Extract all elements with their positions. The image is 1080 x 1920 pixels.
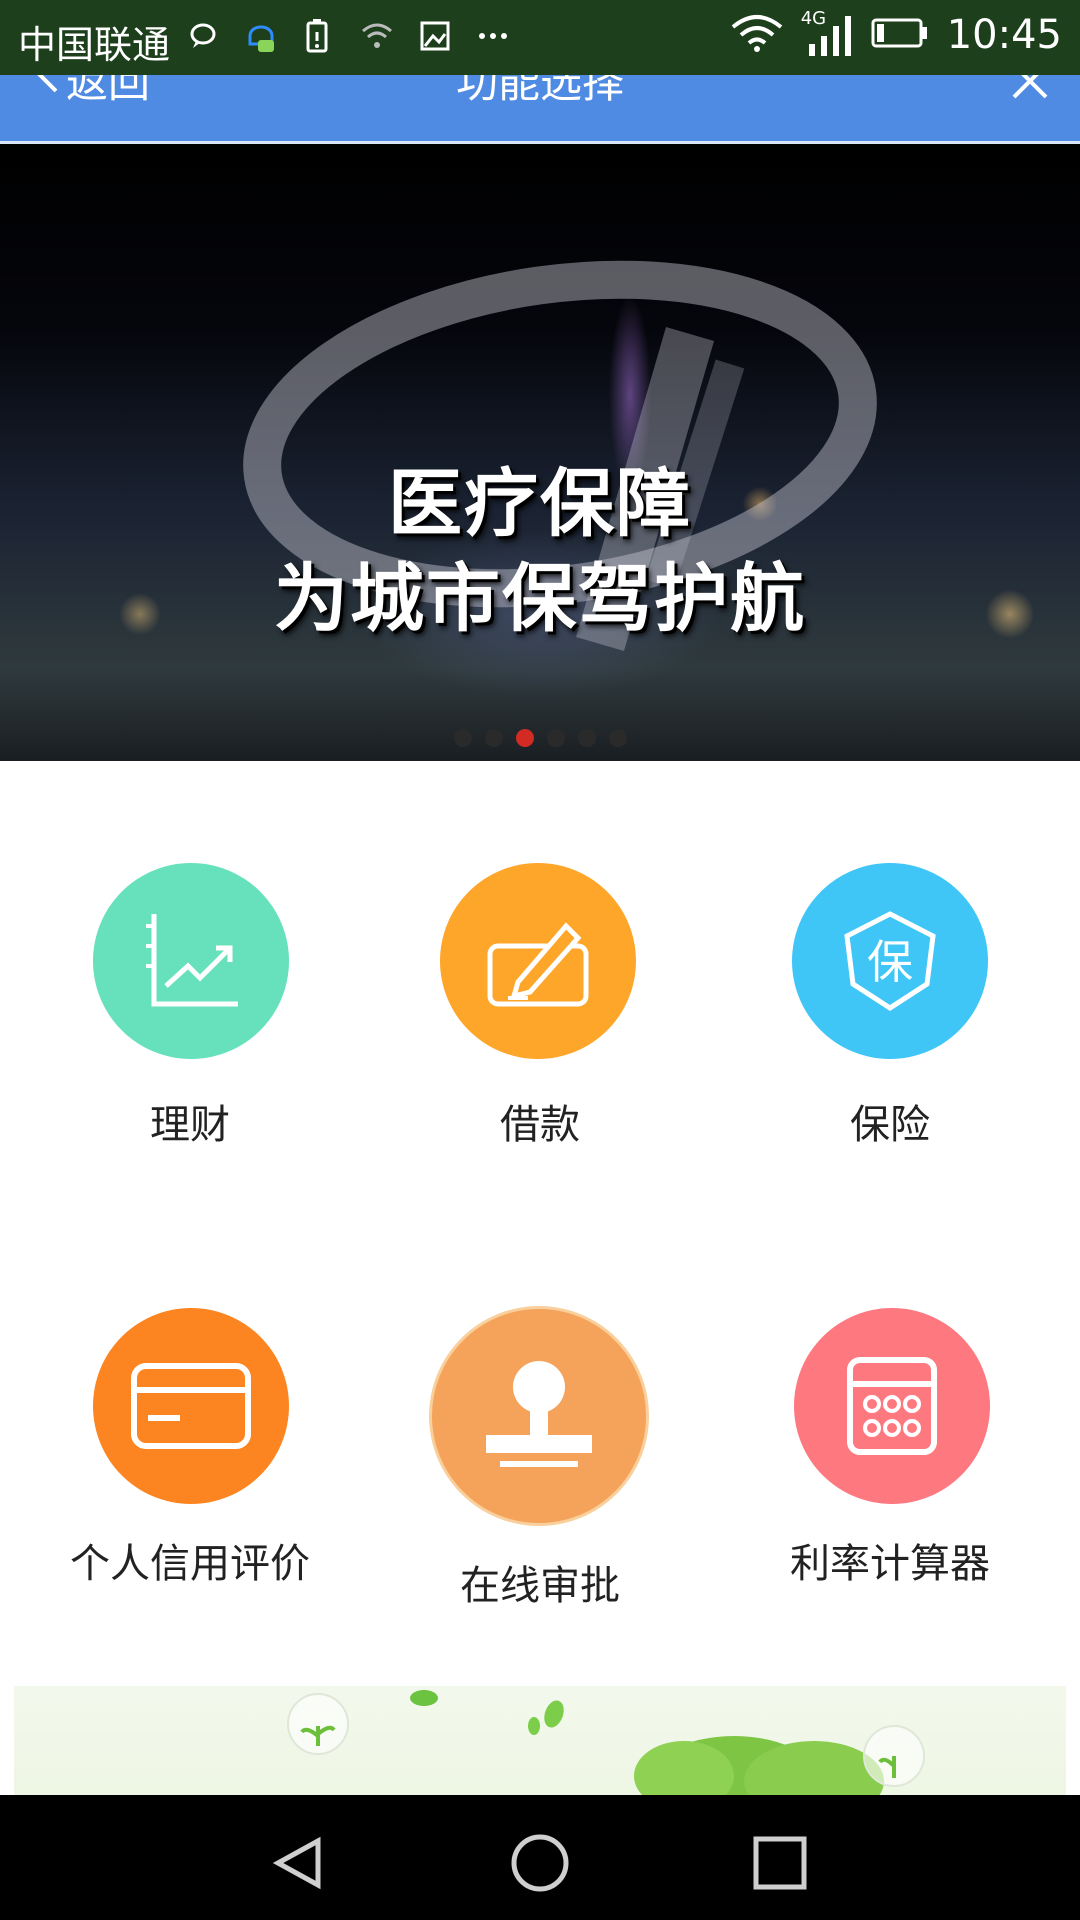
clock: 10:45	[946, 12, 1062, 58]
banner-subheadline: 为城市保驾护航	[274, 556, 806, 642]
qq-icon	[243, 18, 279, 54]
battery-warning-icon	[301, 18, 337, 54]
function-calculator[interactable]: 利率计算器	[710, 1305, 1070, 1615]
function-label: 保险	[850, 1102, 930, 1148]
carousel-dot[interactable]	[609, 729, 627, 747]
banner-carousel[interactable]: 医疗保障 为城市保驾护航	[0, 144, 1080, 761]
function-label: 借款	[500, 1102, 580, 1148]
function-approval[interactable]: 在线审批	[360, 1305, 720, 1615]
svg-text:保: 保	[867, 935, 913, 989]
close-button[interactable]	[1010, 75, 1050, 105]
status-right: 4G 10:45	[731, 8, 1062, 58]
carousel-dot[interactable]	[485, 729, 503, 747]
carousel-indicator	[454, 729, 627, 747]
chart-icon	[93, 863, 289, 1059]
carrier-name: 中国联通	[18, 23, 171, 67]
system-nav-bar	[0, 1795, 1080, 1920]
notification-icons	[185, 18, 511, 54]
image-icon	[417, 18, 453, 54]
carousel-dot-active[interactable]	[516, 729, 534, 747]
message-icon	[185, 18, 221, 54]
battery-icon	[871, 17, 929, 53]
status-bar: 中国联通 4G 10:45	[0, 0, 1080, 75]
calculator-icon	[794, 1308, 990, 1504]
function-label: 理财	[150, 1102, 230, 1148]
close-icon	[1010, 75, 1050, 105]
shield-icon: 保	[792, 863, 988, 1059]
home-circle-icon[interactable]	[510, 1833, 570, 1897]
function-jiekuan[interactable]: 借款	[360, 860, 720, 1160]
nav-header: 返回 功能选择	[0, 75, 1080, 144]
function-licai[interactable]: 理财	[10, 860, 370, 1160]
function-baoxian[interactable]: 保 保险	[710, 860, 1070, 1160]
wifi-icon	[731, 13, 783, 57]
function-label: 个人信用评价	[70, 1541, 310, 1587]
signal-icon: 4G	[801, 8, 853, 58]
carousel-dot[interactable]	[454, 729, 472, 747]
recents-square-icon[interactable]	[752, 1835, 808, 1895]
page-title: 功能选择	[455, 75, 624, 107]
promo-image[interactable]	[14, 1686, 1066, 1796]
function-label: 利率计算器	[790, 1541, 990, 1587]
green-tree-illustration	[287, 1690, 925, 1796]
carousel-dot[interactable]	[578, 729, 596, 747]
wifi-question-icon	[359, 18, 395, 54]
stamp-icon	[432, 1309, 646, 1523]
credit-card-icon	[93, 1308, 289, 1504]
more-icon	[475, 18, 511, 54]
back-triangle-icon[interactable]	[270, 1835, 326, 1895]
function-label: 在线审批	[460, 1563, 620, 1609]
function-credit[interactable]: 个人信用评价	[10, 1305, 370, 1615]
banner-headline: 医疗保障	[388, 461, 692, 547]
pen-sign-icon	[440, 863, 636, 1059]
carousel-dot[interactable]	[547, 729, 565, 747]
